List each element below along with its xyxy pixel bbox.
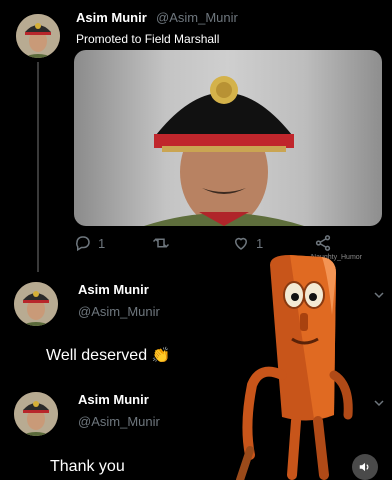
author-handle[interactable]: @Asim_Munir: [156, 10, 238, 25]
clapping-hands-emoji: 👏: [151, 347, 171, 364]
heart-icon: [234, 237, 248, 250]
reply-author-handle[interactable]: @Asim_Munir: [78, 414, 160, 429]
retweet-icon: [152, 238, 170, 248]
speaker-icon: [359, 462, 369, 472]
tweet-actions: 1 1: [74, 234, 374, 254]
thread-line: [37, 62, 39, 272]
retweet-button[interactable]: [152, 234, 170, 252]
author-avatar[interactable]: [16, 14, 60, 58]
sound-toggle-button[interactable]: [352, 454, 378, 480]
tweet-media-image[interactable]: [74, 50, 382, 226]
reply-avatar[interactable]: [14, 392, 58, 436]
reply-icon: [76, 236, 90, 252]
tweet-text: Promoted to Field Marshall: [76, 32, 220, 46]
reply-author-name[interactable]: Asim Munir: [78, 282, 149, 297]
cartoon-character-overlay: [236, 255, 353, 480]
like-count: 1: [256, 235, 264, 251]
reply-count: 1: [98, 235, 106, 251]
share-icon: [315, 235, 331, 251]
chevron-down-icon[interactable]: [374, 398, 384, 408]
reply-text: Thank you: [50, 458, 125, 475]
reply-avatar[interactable]: [14, 282, 58, 326]
share-button[interactable]: [314, 234, 332, 252]
like-button[interactable]: 1: [232, 234, 263, 252]
reply-author-handle[interactable]: @Asim_Munir: [78, 304, 160, 319]
chevron-down-icon[interactable]: [374, 290, 384, 300]
reply-text-content: Well deserved: [46, 347, 148, 364]
reply-text: Well deserved 👏: [46, 346, 170, 365]
author-name[interactable]: Asim Munir: [76, 10, 147, 25]
reply-author-name[interactable]: Asim Munir: [78, 392, 149, 407]
reply-button[interactable]: 1: [74, 234, 105, 252]
